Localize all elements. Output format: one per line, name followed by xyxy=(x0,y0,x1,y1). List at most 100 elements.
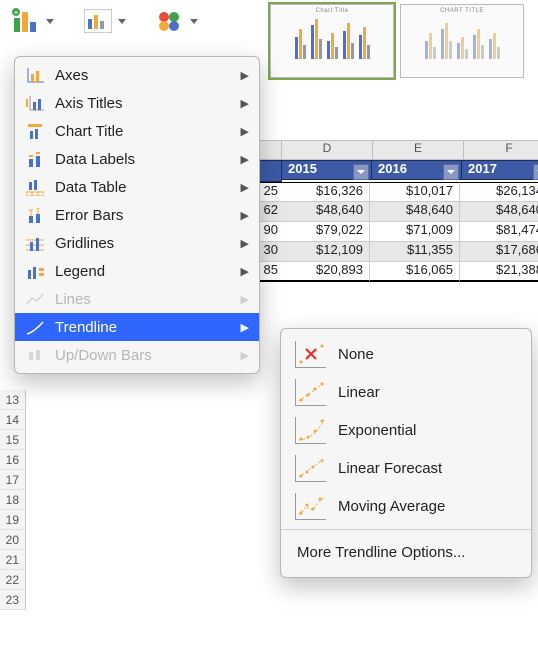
submenu-separator xyxy=(281,529,531,530)
change-colors-button[interactable] xyxy=(156,9,198,33)
data-labels-icon xyxy=(25,150,45,168)
svg-text:+: + xyxy=(14,8,19,17)
trend-linear-icon xyxy=(295,379,326,406)
trendline-icon xyxy=(25,318,45,336)
row-header[interactable]: 22 xyxy=(0,570,26,590)
submenu-arrow-icon: ▶ xyxy=(241,97,249,110)
submenu-arrow-icon: ▶ xyxy=(241,321,249,334)
menu-item-data-labels[interactable]: Data Labels ▶ xyxy=(15,145,259,173)
row-header[interactable]: 15 xyxy=(0,430,26,450)
updown-bars-icon xyxy=(25,346,45,364)
row-header[interactable]: 14 xyxy=(0,410,26,430)
year-header-cell[interactable]: 2016 xyxy=(372,160,462,180)
data-grid[interactable]: D E F 2015 2016 2017 25$16,326$10,017$26… xyxy=(258,140,538,282)
row-header[interactable]: 18 xyxy=(0,490,26,510)
trend-exponential-icon xyxy=(295,417,326,444)
submenu-item-label: None xyxy=(338,346,374,363)
column-header[interactable]: F xyxy=(464,140,538,160)
submenu-arrow-icon: ▶ xyxy=(241,69,249,82)
menu-item-axis-titles[interactable]: Axis Titles ▶ xyxy=(15,89,259,117)
quick-layout-button[interactable] xyxy=(84,9,126,33)
row-header[interactable]: 23 xyxy=(0,590,26,610)
table-row[interactable]: 90$79,022$71,009$81,474 xyxy=(258,222,538,242)
submenu-item-label: Linear xyxy=(338,384,380,401)
chart-style-gallery: Chart Title CHART TITLE xyxy=(270,4,524,78)
submenu-item-linear-forecast[interactable]: Linear Forecast xyxy=(281,449,531,487)
column-header-spacer xyxy=(258,140,282,160)
menu-item-label: Data Labels xyxy=(55,151,135,168)
menu-item-error-bars[interactable]: Error Bars ▶ xyxy=(15,201,259,229)
menu-item-label: Chart Title xyxy=(55,123,123,140)
year-row-spacer xyxy=(258,160,282,182)
submenu-arrow-icon: ▶ xyxy=(241,237,249,250)
data-table-icon xyxy=(25,178,45,196)
row-header[interactable]: 16 xyxy=(0,450,26,470)
trend-linear-forecast-icon xyxy=(295,455,326,482)
menu-item-label: Gridlines xyxy=(55,235,114,252)
filter-icon[interactable] xyxy=(533,164,538,180)
year-header-cell[interactable]: 2015 xyxy=(282,160,372,180)
submenu-item-linear[interactable]: Linear xyxy=(281,373,531,411)
row-header[interactable]: 17 xyxy=(0,470,26,490)
column-header[interactable]: D xyxy=(282,140,373,160)
trendline-submenu: None Linear Exponential Linear Forecast … xyxy=(280,328,532,578)
submenu-item-label: Moving Average xyxy=(338,498,445,515)
table-row[interactable]: 62$48,640$48,640$48,640 xyxy=(258,202,538,222)
submenu-more-label: More Trendline Options... xyxy=(297,544,465,561)
submenu-item-moving-average[interactable]: Moving Average xyxy=(281,487,531,525)
chart-style-1[interactable]: Chart Title xyxy=(270,4,394,78)
column-header[interactable]: E xyxy=(373,140,464,160)
submenu-arrow-icon: ▶ xyxy=(241,349,249,362)
filter-icon[interactable] xyxy=(353,164,369,180)
menu-item-label: Legend xyxy=(55,263,105,280)
submenu-item-label: Exponential xyxy=(338,422,416,439)
menu-item-gridlines[interactable]: Gridlines ▶ xyxy=(15,229,259,257)
year-header-cell[interactable]: 2017 xyxy=(462,160,538,180)
submenu-arrow-icon: ▶ xyxy=(241,153,249,166)
row-header[interactable]: 20 xyxy=(0,530,26,550)
add-chart-element-button[interactable]: + xyxy=(12,8,54,34)
submenu-arrow-icon: ▶ xyxy=(241,181,249,194)
menu-item-data-table[interactable]: Data Table ▶ xyxy=(15,173,259,201)
gridlines-icon xyxy=(25,234,45,252)
menu-item-label: Data Table xyxy=(55,179,126,196)
menu-item-label: Axes xyxy=(55,67,88,84)
menu-item-label: Trendline xyxy=(55,319,117,336)
submenu-item-none[interactable]: None xyxy=(281,335,531,373)
submenu-arrow-icon: ▶ xyxy=(241,293,249,306)
menu-item-axes[interactable]: Axes ▶ xyxy=(15,61,259,89)
filter-icon[interactable] xyxy=(443,164,459,180)
menu-item-lines: Lines▶ xyxy=(15,285,259,313)
row-header[interactable]: 19 xyxy=(0,510,26,530)
chevron-down-icon xyxy=(190,19,198,24)
lines-icon xyxy=(25,290,45,308)
trend-moving-average-icon xyxy=(295,493,326,520)
chevron-down-icon xyxy=(46,19,54,24)
table-row[interactable]: 30$12,109$11,355$17,686 xyxy=(258,242,538,262)
menu-item-label: Axis Titles xyxy=(55,95,123,112)
menu-item-updown-bars: Up/Down Bars ▶ xyxy=(15,341,259,369)
submenu-arrow-icon: ▶ xyxy=(241,125,249,138)
table-row[interactable]: 85$20,893$16,065$21,388 xyxy=(258,262,538,282)
submenu-arrow-icon: ▶ xyxy=(241,209,249,222)
error-bars-icon xyxy=(25,206,45,224)
submenu-more-options[interactable]: More Trendline Options... xyxy=(281,534,531,571)
chart-style-2[interactable]: CHART TITLE xyxy=(400,4,524,78)
row-header[interactable]: 21 xyxy=(0,550,26,570)
axes-icon xyxy=(25,66,45,84)
table-row[interactable]: 25$16,326$10,017$26,134 xyxy=(258,182,538,202)
chart-title-icon xyxy=(25,122,45,140)
chevron-down-icon xyxy=(118,19,126,24)
submenu-item-exponential[interactable]: Exponential xyxy=(281,411,531,449)
menu-item-label: Error Bars xyxy=(55,207,123,224)
submenu-item-label: Linear Forecast xyxy=(338,460,442,477)
menu-item-label: Up/Down Bars xyxy=(55,347,152,364)
axis-titles-icon xyxy=(25,94,45,112)
add-chart-element-menu: Axes ▶ Axis Titles ▶ Chart Title ▶ Data Lab… xyxy=(14,56,260,374)
submenu-arrow-icon: ▶ xyxy=(241,265,249,278)
menu-item-chart-title[interactable]: Chart Title ▶ xyxy=(15,117,259,145)
legend-icon xyxy=(25,262,45,280)
menu-item-legend[interactable]: Legend ▶ xyxy=(15,257,259,285)
menu-item-trendline[interactable]: Trendline ▶ xyxy=(15,313,259,341)
row-header[interactable]: 13 xyxy=(0,390,26,410)
